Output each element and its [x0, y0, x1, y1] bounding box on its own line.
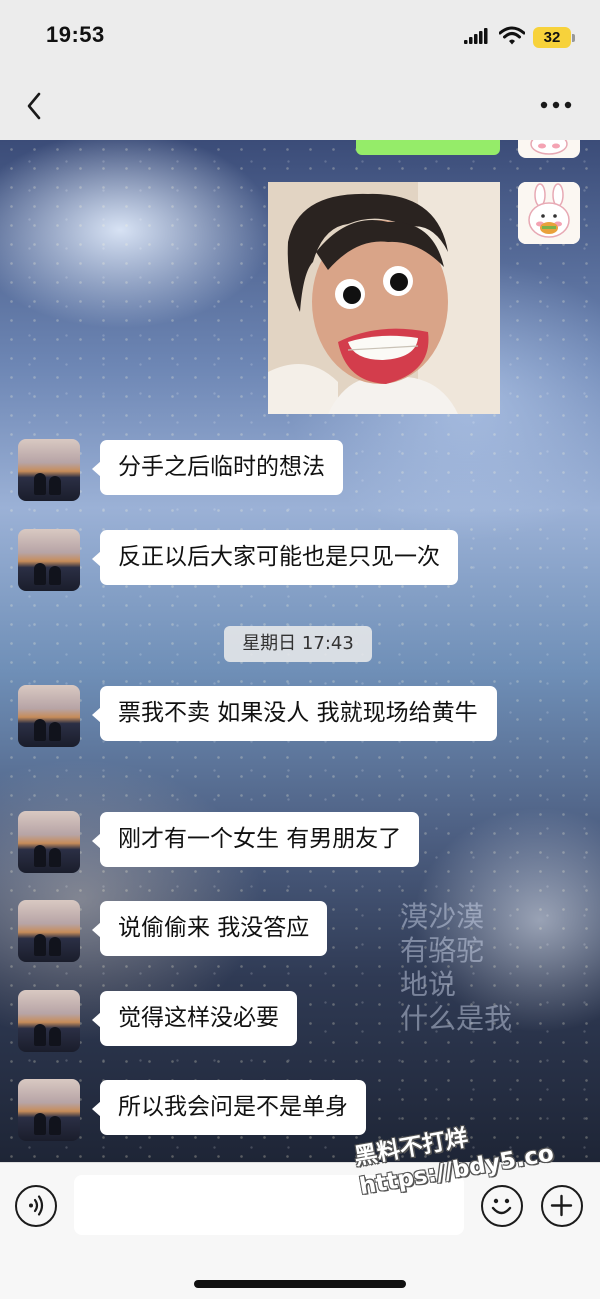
contact-avatar[interactable] [18, 811, 80, 873]
chat-timestamp: 星期日 17:43 [224, 626, 372, 662]
voice-icon[interactable] [15, 1185, 57, 1227]
received-message[interactable]: 反正以后大家可能也是只见一次 [92, 530, 458, 585]
more-dots-icon[interactable] [538, 96, 574, 114]
input-bar: 黑料不打烊 https://bdy5.co [0, 1125, 600, 1299]
received-message[interactable]: 觉得这样没必要 [92, 991, 297, 1046]
contact-avatar[interactable] [18, 685, 80, 747]
contact-avatar[interactable] [18, 1079, 80, 1141]
received-message[interactable]: 票我不卖 如果没人 我就现场给黄牛 [92, 686, 497, 741]
chevron-left-icon[interactable] [20, 88, 50, 124]
sent-bubble-partial[interactable] [356, 140, 500, 155]
emoji-icon[interactable] [481, 1185, 523, 1227]
wifi-icon [499, 26, 525, 45]
received-message[interactable]: 刚才有一个女生 有男朋友了 [91, 812, 420, 867]
home-indicator[interactable] [194, 1280, 406, 1288]
battery-tip [572, 34, 575, 42]
contact-avatar[interactable] [18, 529, 80, 591]
background-caption-line: 地说 [400, 968, 457, 1001]
received-message[interactable]: 分手之后临时的想法 [92, 440, 343, 495]
contact-avatar[interactable] [18, 900, 80, 962]
my-avatar[interactable] [518, 140, 580, 158]
signal-icon [464, 28, 488, 44]
top-bar: 19:53 32 [0, 0, 600, 140]
contact-avatar[interactable] [18, 990, 80, 1052]
background-caption-line: 什么是我 [400, 1002, 513, 1035]
photo-message-icon[interactable] [268, 182, 500, 414]
background-caption: 漠沙漠 有骆驼 地说 什么是我 [400, 900, 560, 1036]
chat-area[interactable]: 漠沙漠 有骆驼 地说 什么是我 分手之后临时的想法 反正以后大家可能也是只见一次… [0, 140, 600, 1162]
my-avatar[interactable] [518, 182, 580, 244]
received-message[interactable]: 说偷偷来 我没答应 [91, 901, 328, 956]
background-caption-line: 漠沙漠 [400, 900, 485, 933]
background-caption-line: 有骆驼 [400, 934, 485, 967]
status-time: 19:53 [46, 22, 105, 47]
received-message[interactable]: 所以我会问是不是单身 [92, 1080, 366, 1135]
plus-icon[interactable] [541, 1185, 583, 1227]
contact-avatar[interactable] [18, 439, 80, 501]
battery-icon: 32 [533, 27, 571, 48]
